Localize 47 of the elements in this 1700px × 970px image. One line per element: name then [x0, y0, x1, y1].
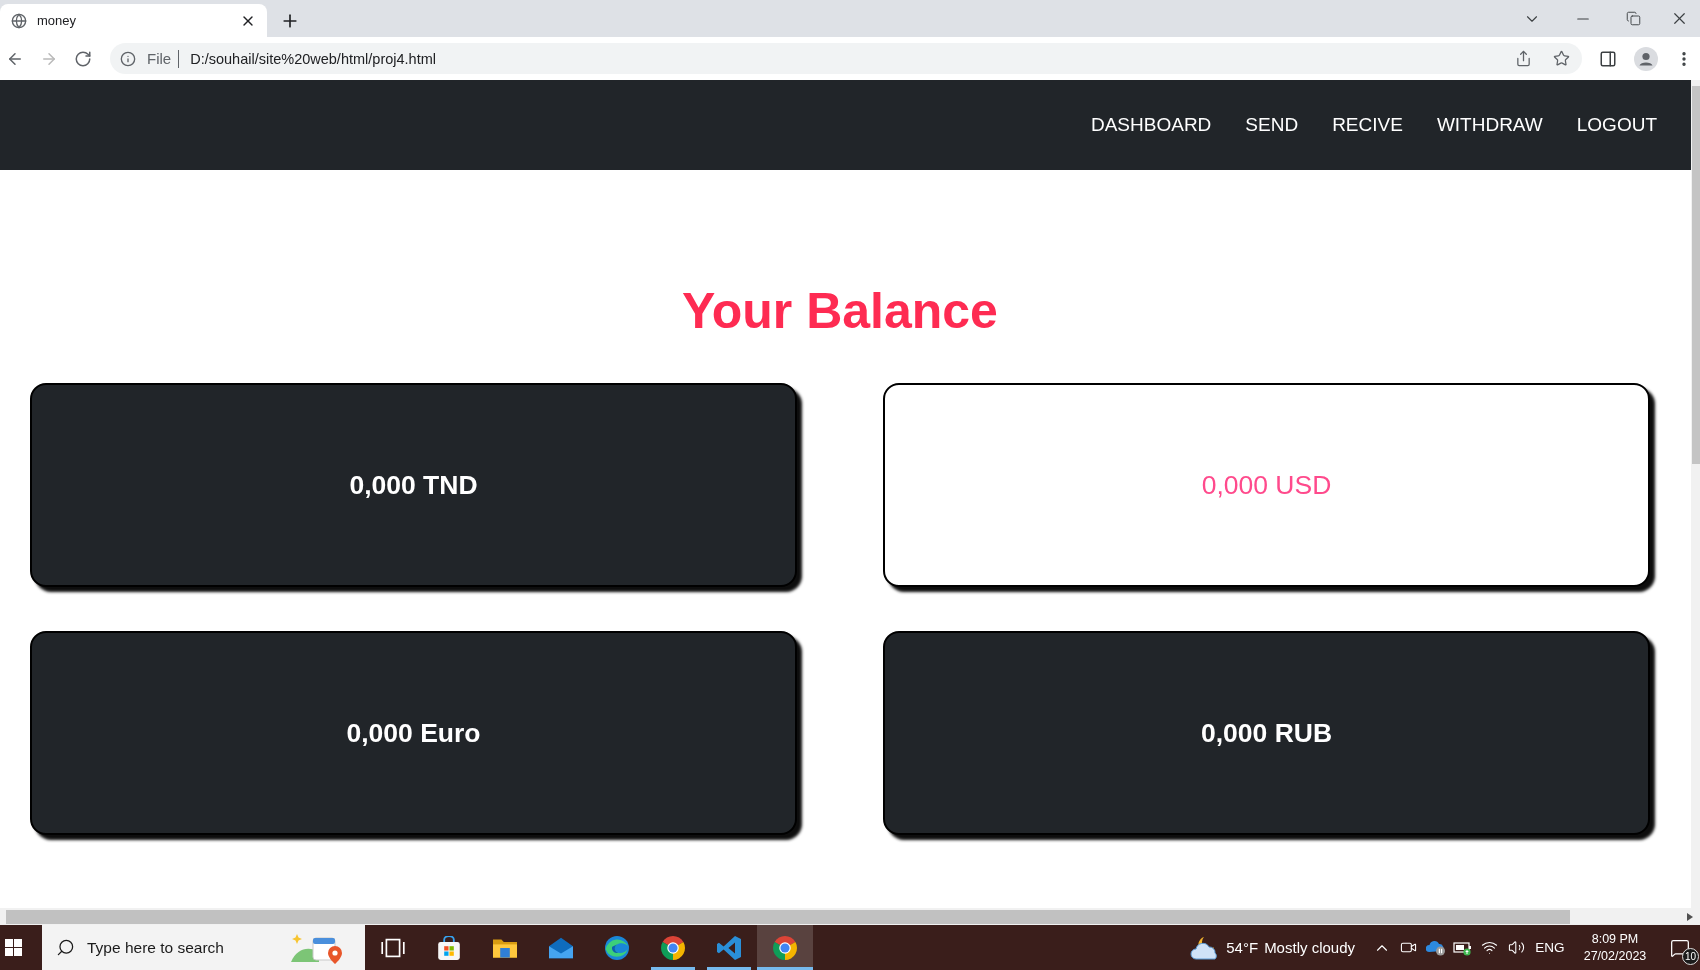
share-icon[interactable]: [1515, 50, 1532, 67]
weather-text: Mostly cloudy: [1264, 939, 1355, 956]
windows-logo-icon[interactable]: [5, 939, 22, 956]
tricolor-circle-icon: [773, 935, 797, 960]
speaker-icon[interactable]: [1508, 939, 1525, 956]
globe-icon: [11, 12, 27, 29]
cloud-pause-icon[interactable]: [1425, 939, 1446, 956]
search-icon: [56, 938, 75, 957]
tricolor-circle-icon: [661, 935, 685, 960]
scroll-right-icon[interactable]: [1687, 912, 1693, 921]
envelope-icon: [549, 935, 573, 960]
swirl-icon: [605, 935, 629, 960]
url-text: D:/souhail/site%20web/html/proj4.html: [190, 50, 437, 67]
scrollbar-thumb[interactable]: [1691, 86, 1700, 464]
info-icon[interactable]: [120, 50, 136, 67]
bookmark-star-icon[interactable]: [1553, 50, 1570, 67]
nav-link[interactable]: DASHBOARD: [1090, 114, 1212, 136]
balance-amount: 0,000 RUB: [1200, 717, 1333, 749]
ribbon-icon: [717, 935, 741, 960]
scrollbar-thumb[interactable]: [6, 909, 1570, 924]
search-input[interactable]: Type here to search: [87, 938, 279, 957]
balance-amount: 0,000 USD: [1201, 469, 1332, 501]
language-indicator[interactable]: ENG: [1530, 940, 1570, 955]
nav-link[interactable]: SEND: [1245, 114, 1299, 136]
side-panel-icon[interactable]: [1599, 49, 1617, 68]
avatar-icon[interactable]: [1634, 46, 1658, 71]
tab-title: money: [37, 13, 78, 28]
shopping-bag-icon: [437, 935, 461, 960]
page-title: Your Balance: [682, 282, 998, 340]
wifi-icon[interactable]: [1481, 939, 1498, 956]
clock-time: 8:09 PM: [1591, 932, 1639, 946]
scheme-label: File: [147, 50, 172, 67]
temperature-text: 54°F: [1226, 939, 1259, 956]
horizontal-scrollbar[interactable]: [0, 908, 1700, 925]
restore-icon[interactable]: [1626, 11, 1641, 26]
vertical-scrollbar[interactable]: [1691, 80, 1700, 908]
battery-icon[interactable]: [1452, 939, 1473, 956]
address-bar[interactable]: File D:/souhail/site%20web/html/proj4.html: [110, 43, 1582, 74]
notification-count: 10: [1681, 948, 1699, 965]
nav-link[interactable]: LOGOUT: [1576, 114, 1657, 136]
reload-icon[interactable]: [74, 49, 92, 68]
clock-date: 27/02/2023: [1583, 949, 1647, 963]
nav-link[interactable]: WITHDRAW: [1436, 114, 1543, 136]
balance-amount: 0,000 Euro: [346, 717, 481, 749]
balance-amount: 0,000 TND: [349, 469, 478, 501]
nav-link[interactable]: RECIVE: [1332, 114, 1403, 136]
browser-tab[interactable]: money: [0, 4, 267, 37]
